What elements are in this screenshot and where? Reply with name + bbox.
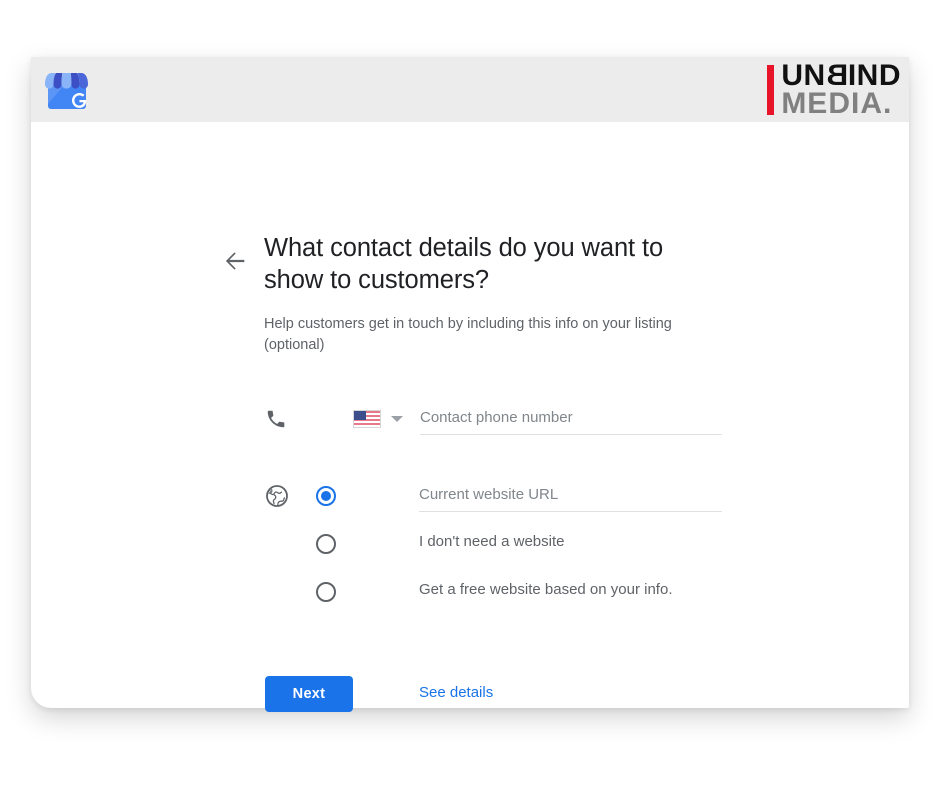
option-no-website-label: I don't need a website — [419, 533, 565, 550]
phone-icon — [265, 408, 287, 430]
option-no-website[interactable]: I don't need a website — [316, 530, 736, 564]
back-arrow-icon[interactable] — [221, 247, 249, 275]
logo-accent-bar — [767, 65, 775, 115]
card-content: What contact details do you want to show… — [31, 122, 909, 712]
logo-flipped-b: B — [825, 59, 848, 93]
see-details-link[interactable]: See details — [419, 684, 493, 701]
logo-ind: IND — [847, 59, 901, 93]
radio-free-website[interactable] — [316, 582, 336, 602]
us-flag-icon[interactable] — [353, 410, 381, 428]
globe-icon — [265, 484, 289, 508]
logo-line-media: MEDIA. — [781, 87, 893, 120]
card-header: UN B IND MEDIA. — [31, 57, 909, 122]
onboarding-card: UN B IND MEDIA. What contact details do yo… — [31, 57, 909, 712]
page-subtitle: Help customers get in touch by including… — [264, 316, 672, 354]
screenshot-stage: UN B IND MEDIA. What contact details do yo… — [0, 0, 940, 800]
next-button[interactable]: Next — [265, 676, 353, 712]
option-free-website-label: Get a free website based on your info. — [419, 581, 673, 598]
phone-row — [265, 405, 725, 439]
radio-no-website[interactable] — [316, 534, 336, 554]
google-my-business-storefront-icon — [41, 64, 93, 116]
contact-phone-input[interactable] — [420, 405, 722, 435]
page-title: What contact details do you want to show… — [264, 234, 664, 295]
option-current-website[interactable] — [316, 482, 736, 516]
logo-un: UN — [781, 59, 826, 93]
radio-current-website[interactable] — [316, 486, 336, 506]
current-website-url-input[interactable] — [419, 482, 722, 512]
logo-wordmark: UN B IND MEDIA. — [781, 59, 901, 120]
unbind-media-logo: UN B IND MEDIA. — [767, 59, 901, 120]
chevron-down-icon[interactable] — [391, 416, 403, 422]
option-free-website[interactable]: Get a free website based on your info. — [316, 578, 736, 612]
logo-line-unbind: UN B IND — [781, 59, 901, 93]
